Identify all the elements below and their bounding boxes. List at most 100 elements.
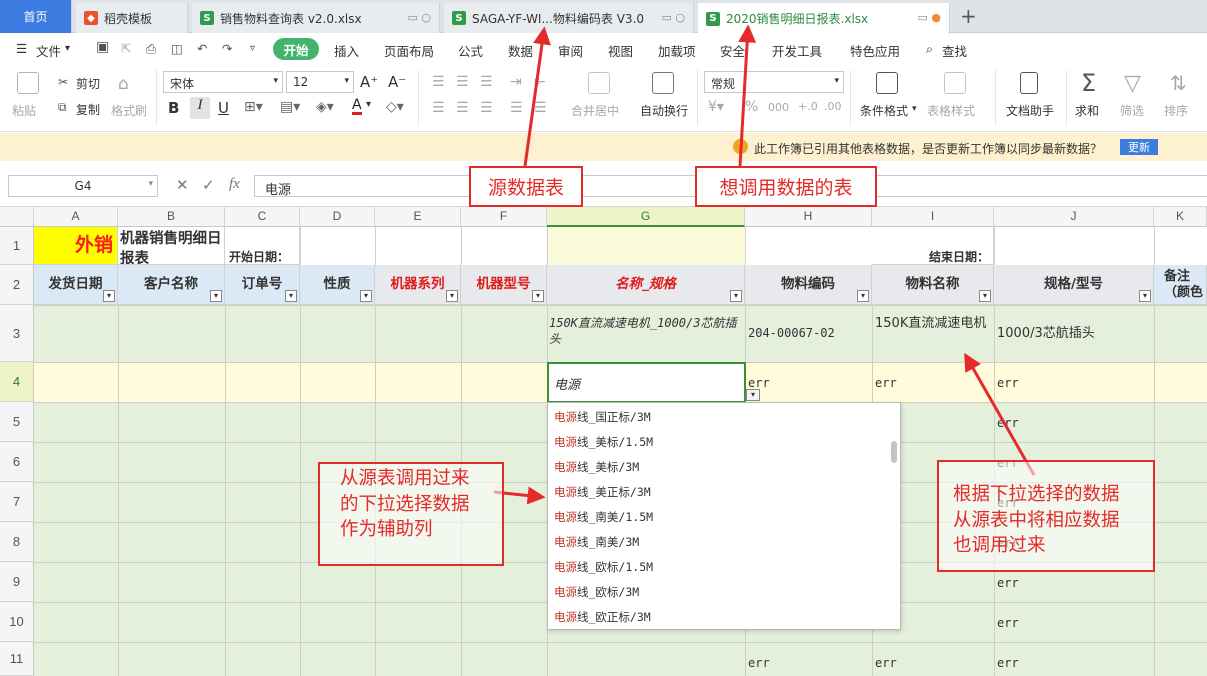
sum-icon[interactable]: Σ	[1081, 69, 1096, 97]
sum-button[interactable]: 求和	[1075, 102, 1099, 119]
increase-decimal-icon[interactable]: +.0	[798, 100, 818, 113]
cell-b1-report-title[interactable]: 机器销售明细日报表	[118, 227, 225, 265]
function-icon[interactable]: fx	[229, 176, 240, 193]
header-name-spec[interactable]: 名称_规格 ▾	[547, 265, 745, 305]
column-header-g[interactable]: G	[547, 207, 745, 227]
format-painter-button[interactable]: 格式刷	[111, 102, 147, 119]
header-remarks[interactable]: 备注（颜色	[1154, 265, 1207, 305]
align-top-icon[interactable]: ☰	[432, 74, 445, 90]
distributed-icon[interactable]: ☰	[534, 100, 547, 116]
dropdown-option[interactable]: 电源线_美标/1.5M	[554, 434, 653, 450]
column-header-h[interactable]: H	[745, 207, 872, 227]
align-middle-icon[interactable]: ☰	[456, 74, 469, 90]
bold-icon[interactable]: B	[168, 99, 179, 117]
font-color-icon[interactable]: A	[352, 98, 362, 115]
outdent-icon[interactable]: ⇤	[534, 74, 546, 90]
underline-icon[interactable]: U	[218, 99, 229, 117]
tab-material-code[interactable]: S SAGA-YF-WI...物料编码表 V3.0 ▭ ○	[444, 3, 694, 33]
cell-h3-material-code[interactable]: 204-00067-02	[748, 325, 870, 345]
chevron-down-icon[interactable]: ▾	[912, 104, 917, 114]
menu-start[interactable]: 开始	[273, 38, 319, 60]
chevron-down-icon[interactable]: ▾	[65, 43, 70, 54]
dropdown-option[interactable]: 电源线_美正标/3M	[554, 484, 651, 500]
align-right-icon[interactable]: ☰	[480, 100, 493, 116]
column-header-d[interactable]: D	[300, 207, 375, 227]
menu-view[interactable]: 视图	[608, 41, 633, 60]
conditional-format-button[interactable]: 条件格式	[860, 102, 908, 119]
header-ship-date[interactable]: 发货日期 ▾	[34, 265, 118, 305]
dropdown-option[interactable]: 电源线_美标/3M	[554, 459, 639, 475]
cell-g3-name-spec[interactable]: 150K直流减速电机_1000/3芯航插头	[549, 315, 743, 359]
row-header-7[interactable]: 7	[0, 482, 34, 522]
cancel-icon[interactable]: ✕	[176, 176, 189, 194]
doc-helper-icon[interactable]	[1020, 72, 1038, 94]
increase-font-icon[interactable]: A⁺	[360, 73, 378, 91]
column-header-c[interactable]: C	[225, 207, 300, 227]
align-bottom-icon[interactable]: ☰	[480, 74, 493, 90]
dropdown-scrollbar[interactable]	[891, 441, 897, 463]
row-header-10[interactable]: 10	[0, 602, 34, 642]
font-name-select[interactable]: 宋体 ▾	[163, 71, 283, 93]
font-size-select[interactable]: 12 ▾	[286, 71, 354, 93]
select-all-corner[interactable]	[0, 207, 34, 227]
copy-button[interactable]: 复制	[76, 101, 100, 118]
decrease-font-icon[interactable]: A⁻	[388, 73, 406, 91]
conditional-format-icon[interactable]	[876, 72, 898, 94]
cut-button[interactable]: 剪切	[76, 75, 100, 92]
wrap-text-icon[interactable]	[652, 72, 674, 94]
dropdown-option[interactable]: 电源线_欧标/3M	[554, 584, 639, 600]
confirm-icon[interactable]: ✓	[202, 176, 215, 194]
copy-icon[interactable]: ⧉	[58, 100, 67, 115]
sort-icon[interactable]: ⇅	[1170, 71, 1187, 95]
cell-i1-end-date-label[interactable]: 结束日期：	[872, 227, 994, 265]
menu-insert[interactable]: 插入	[334, 41, 359, 60]
doc-helper-button[interactable]: 文档助手	[1006, 102, 1054, 119]
row-header-2[interactable]: 2	[0, 265, 34, 305]
cell-c1-start-date-label[interactable]: 开始日期：	[225, 227, 300, 265]
tab-home[interactable]: 首页	[0, 0, 72, 33]
row-header-11[interactable]: 11	[0, 642, 34, 676]
autocomplete-dropdown[interactable]: 电源线_国正标/3M 电源线_美标/1.5M 电源线_美标/3M 电源线_美正标…	[547, 402, 901, 630]
cell-g4-active-editor[interactable]: 电源	[547, 362, 746, 403]
cell-style-icon[interactable]: ▤▾	[280, 99, 300, 115]
chevron-down-icon[interactable]: ▾	[366, 99, 371, 110]
row-header-5[interactable]: 5	[0, 402, 34, 442]
menu-special[interactable]: 特色应用	[850, 41, 900, 60]
name-box[interactable]: G4 ▾	[8, 175, 158, 197]
column-header-b[interactable]: B	[118, 207, 225, 227]
sort-button[interactable]: 排序	[1164, 102, 1188, 119]
menu-data[interactable]: 数据	[508, 41, 533, 60]
filter-button[interactable]: 筛选	[1120, 102, 1144, 119]
decrease-decimal-icon[interactable]: .00	[824, 100, 842, 113]
filter-dropdown-icon[interactable]: ▾	[103, 290, 115, 302]
column-header-k[interactable]: K	[1154, 207, 1207, 227]
header-customer[interactable]: 客户名称 ▾	[118, 265, 225, 305]
tab-sales-lookup[interactable]: S 销售物料查询表 v2.0.xlsx ▭ ○	[192, 3, 440, 33]
fill-color-icon[interactable]: ◈▾	[316, 99, 334, 115]
quick-access-chevron-icon[interactable]: ▿	[250, 43, 255, 54]
column-header-a[interactable]: A	[34, 207, 118, 227]
filter-dropdown-icon[interactable]: ▾	[857, 290, 869, 302]
filter-dropdown-icon[interactable]: ▾	[210, 290, 222, 302]
update-button[interactable]: 更新	[1120, 139, 1158, 155]
tab-daily-report[interactable]: S 2020销售明细日报表.xlsx ▭ ●	[698, 3, 950, 34]
header-order-no[interactable]: 订单号 ▾	[225, 265, 300, 305]
currency-icon[interactable]: ¥▾	[708, 99, 724, 115]
search-icon[interactable]: ⌕	[926, 41, 933, 57]
filter-dropdown-icon[interactable]: ▾	[446, 290, 458, 302]
number-format-select[interactable]: 常规 ▾	[704, 71, 844, 93]
italic-icon[interactable]: I	[190, 97, 210, 119]
thousands-icon[interactable]: 000	[768, 101, 789, 114]
save-icon[interactable]: ▣	[96, 39, 109, 55]
dropdown-option[interactable]: 电源线_欧正标/3M	[554, 609, 651, 625]
menu-page-layout[interactable]: 页面布局	[384, 41, 434, 60]
row-header-6[interactable]: 6	[0, 442, 34, 482]
menu-security[interactable]: 安全	[720, 41, 745, 60]
header-machine-series[interactable]: 机器系列 ▾	[375, 265, 461, 305]
column-header-f[interactable]: F	[461, 207, 547, 227]
column-header-i[interactable]: I	[872, 207, 994, 227]
wrap-text-button[interactable]: 自动换行	[640, 102, 688, 119]
header-material-name[interactable]: 物料名称 ▾	[872, 265, 994, 305]
header-machine-model[interactable]: 机器型号 ▾	[461, 265, 547, 305]
tab-docer-templates[interactable]: ◆ 稻壳模板	[76, 3, 188, 33]
